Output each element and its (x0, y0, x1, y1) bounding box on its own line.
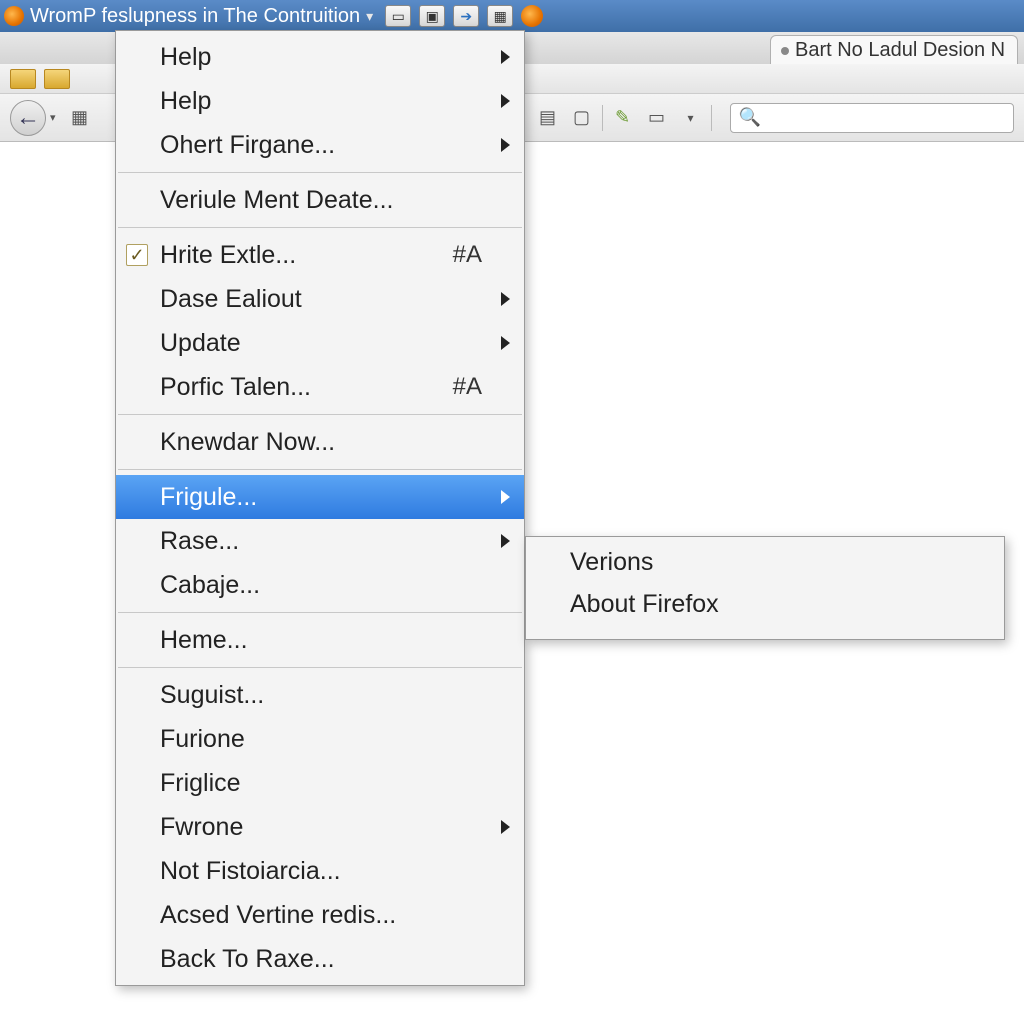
search-input[interactable] (767, 107, 1005, 128)
menu-item[interactable]: ✓ Hrite Extle...#A (116, 233, 524, 277)
tab-label: Bart No Ladul Desion N (795, 39, 1005, 62)
menu-item-label: Cabaje... (160, 571, 508, 600)
chevron-right-icon (501, 336, 510, 350)
menu-item[interactable]: Porfic Talen...#A (116, 365, 524, 409)
chevron-right-icon (501, 292, 510, 306)
browser-tab[interactable]: Bart No Ladul Desion N (770, 35, 1018, 64)
menu-separator (118, 414, 522, 415)
menu-item-label: Back To Raxe... (160, 945, 508, 974)
menu-item-label: Furione (160, 725, 508, 754)
tray-icon-1[interactable]: ▭ (385, 5, 411, 27)
menu-item[interactable]: Furione (116, 717, 524, 761)
menu-item-label: About Firefox (570, 590, 988, 619)
menu-item-label: Knewdar Now... (160, 428, 508, 457)
toolbar-page-icon[interactable]: ▢ (568, 106, 596, 130)
menu-item[interactable]: Rase... (116, 519, 524, 563)
chevron-right-icon (501, 94, 510, 108)
title-tray-icons: ▭ ▣ ➔ ▦ (385, 5, 543, 27)
window-titlebar: WromP feslupness in The Contruition ▾ ▭ … (0, 0, 1024, 32)
toolbar-separator (711, 105, 712, 131)
menu-item[interactable]: Acsed Vertine redis... (116, 893, 524, 937)
search-box[interactable]: 🔍 (730, 103, 1014, 133)
menu-separator (118, 469, 522, 470)
chevron-right-icon (501, 490, 510, 504)
back-button[interactable]: ← (10, 100, 46, 136)
menu-item-label: Hrite Extle... (160, 241, 453, 270)
menu-item-label: Veriule Ment Deate... (160, 186, 508, 215)
menu-item-label: Help (160, 87, 508, 116)
menu-item-label: Not Fistoiarcia... (160, 857, 508, 886)
menu-item[interactable]: Heme... (116, 618, 524, 662)
content-area: HelpHelpOhert Firgane...Veriule Ment Dea… (0, 142, 1024, 1024)
toolbar-grid-icon[interactable]: ▦ (66, 106, 94, 130)
menu-separator (118, 227, 522, 228)
menu-item-label: Help (160, 43, 508, 72)
toolbar-pen-icon[interactable]: ✎ (609, 106, 637, 130)
menu-item[interactable]: Knewdar Now... (116, 420, 524, 464)
menu-item-label: Rase... (160, 527, 508, 556)
menu-item[interactable]: Friglice (116, 761, 524, 805)
firefox-icon (4, 6, 24, 26)
menu-item-label: Acsed Vertine redis... (160, 901, 508, 930)
menu-item-label: Ohert Firgane... (160, 131, 508, 160)
toolbar-dropdown-icon[interactable]: ▾ (677, 106, 705, 130)
tab-favicon (781, 47, 789, 55)
chevron-right-icon (501, 534, 510, 548)
menu-item-accelerator: #A (453, 241, 482, 269)
toolbar-window-icon[interactable]: ▭ (643, 106, 671, 130)
search-icon: 🔍 (739, 107, 761, 128)
menu-item-label: Suguist... (160, 681, 508, 710)
menu-item[interactable]: Help (116, 35, 524, 79)
checkmark-icon: ✓ (126, 244, 148, 266)
menu-item-accelerator: #A (453, 373, 482, 401)
chevron-right-icon (501, 138, 510, 152)
title-dropdown-icon[interactable]: ▾ (366, 8, 373, 25)
menu-item-label: Fwrone (160, 813, 508, 842)
menu-item-label: Friglice (160, 769, 508, 798)
menu-item-label: Porfic Talen... (160, 373, 453, 402)
menu-item[interactable]: Suguist... (116, 673, 524, 717)
chevron-right-icon (501, 820, 510, 834)
window-title: WromP feslupness in The Contruition (30, 5, 360, 28)
menu-item-label: Dase Ealiout (160, 285, 508, 314)
back-dropdown-icon[interactable]: ▾ (50, 111, 56, 124)
menu-separator (118, 667, 522, 668)
menu-item[interactable]: About Firefox (526, 583, 1004, 625)
menu-item-label: Frigule... (160, 483, 508, 512)
menu-item[interactable]: Help (116, 79, 524, 123)
tray-arrow-icon[interactable]: ➔ (453, 5, 479, 27)
tray-firefox-icon[interactable] (521, 5, 543, 27)
bookmark-folder-icon[interactable] (10, 69, 36, 89)
menu-item[interactable]: Verions (526, 541, 1004, 583)
menu-item[interactable]: Fwrone (116, 805, 524, 849)
menu-item-label: Verions (570, 548, 988, 577)
dropdown-menu: Help Help Ohert Firgane... Veriule Ment Dea… (115, 30, 525, 986)
toolbar-separator (602, 105, 603, 131)
menu-item[interactable]: Ohert Firgane... (116, 123, 524, 167)
chevron-right-icon (501, 50, 510, 64)
menu-item[interactable]: Back To Raxe... (116, 937, 524, 981)
menu-item[interactable]: Cabaje... (116, 563, 524, 607)
menu-separator (118, 612, 522, 613)
tray-icon-2[interactable]: ▣ (419, 5, 445, 27)
menu-item[interactable]: Frigule... (116, 475, 524, 519)
menu-separator (118, 172, 522, 173)
menu-item[interactable]: Not Fistoiarcia... (116, 849, 524, 893)
bookmark-folder-icon[interactable] (44, 69, 70, 89)
menu-item[interactable]: Update (116, 321, 524, 365)
menu-item[interactable]: Dase Ealiout (116, 277, 524, 321)
menu-item-label: Update (160, 329, 508, 358)
toolbar-layout-icon[interactable]: ▤ (534, 106, 562, 130)
menu-item-label: Heme... (160, 626, 508, 655)
tray-icon-3[interactable]: ▦ (487, 5, 513, 27)
menu-item[interactable]: Veriule Ment Deate... (116, 178, 524, 222)
dropdown-submenu: Verions About Firefox (525, 536, 1005, 640)
